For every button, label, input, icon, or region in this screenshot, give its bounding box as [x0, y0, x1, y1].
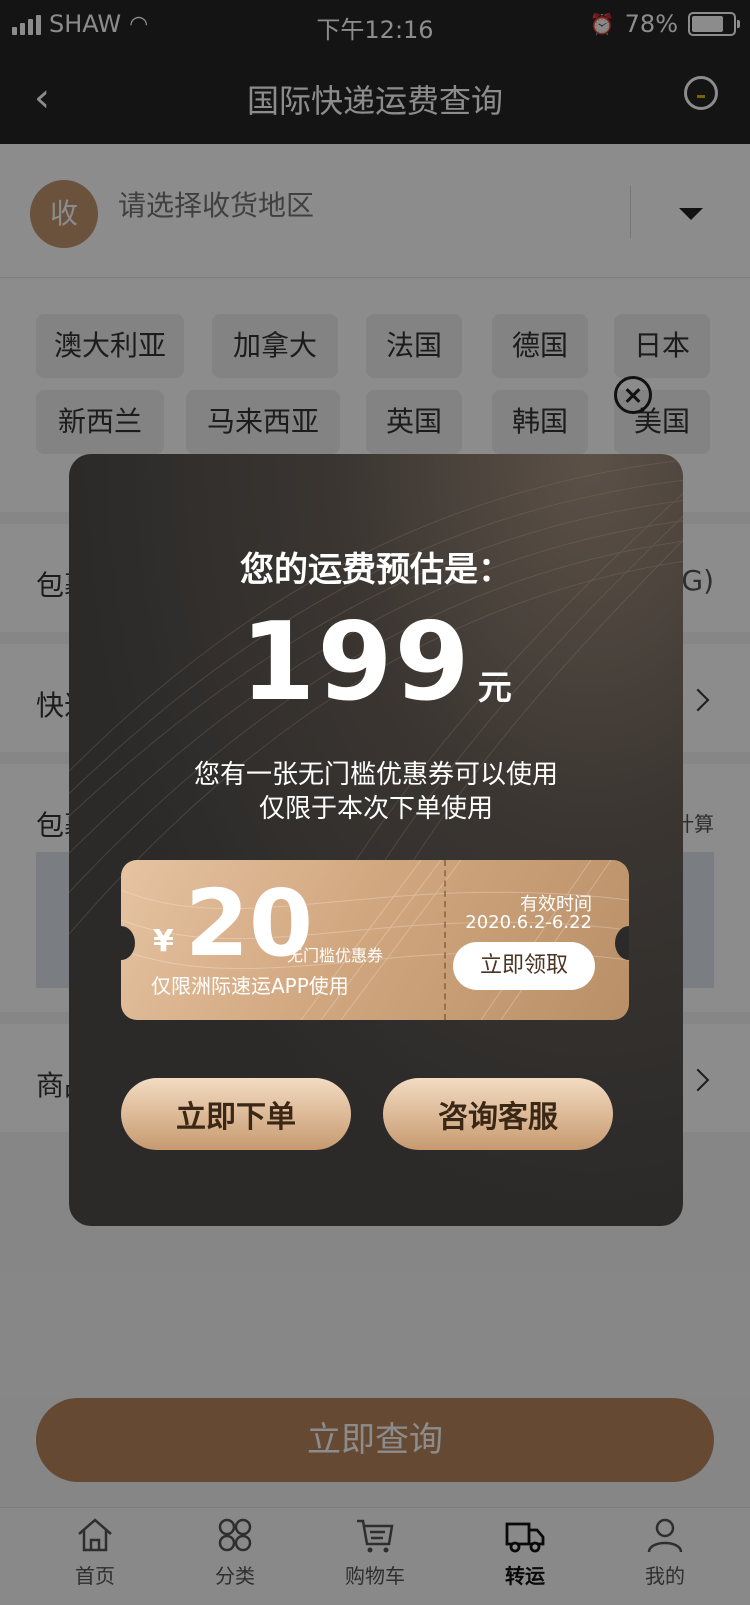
price-display: 199 元	[69, 600, 683, 725]
price-value: 199	[240, 600, 472, 725]
coupon-card: ¥ 20 无门槛优惠券 仅限洲际速运APP使用 有效时间 2020.6.2-6.…	[121, 860, 629, 1020]
coupon-divider	[444, 860, 446, 1020]
coupon-valid-date: 2020.6.2-6.22	[465, 912, 592, 933]
coupon-restriction: 仅限于本次下单使用	[258, 794, 493, 824]
price-unit: 元	[477, 668, 512, 708]
contact-service-button[interactable]: 咨询客服	[383, 1078, 613, 1150]
close-icon[interactable]	[614, 376, 652, 414]
coupon-note: 仅限洲际速运APP使用	[151, 974, 349, 998]
coupon-type: 无门槛优惠券	[287, 946, 384, 965]
place-order-button[interactable]: 立即下单	[121, 1078, 351, 1150]
coupon-currency: ¥	[153, 924, 174, 959]
modal-title: 您的运费预估是：	[240, 550, 512, 590]
coupon-description: 您有一张无门槛优惠券可以使用	[193, 760, 558, 790]
claim-coupon-button[interactable]: 立即领取	[453, 942, 595, 990]
shipping-estimate-modal: 您的运费预估是： 199 元 您有一张无门槛优惠券可以使用 仅限于本次下单使用 ¥…	[69, 454, 683, 1226]
